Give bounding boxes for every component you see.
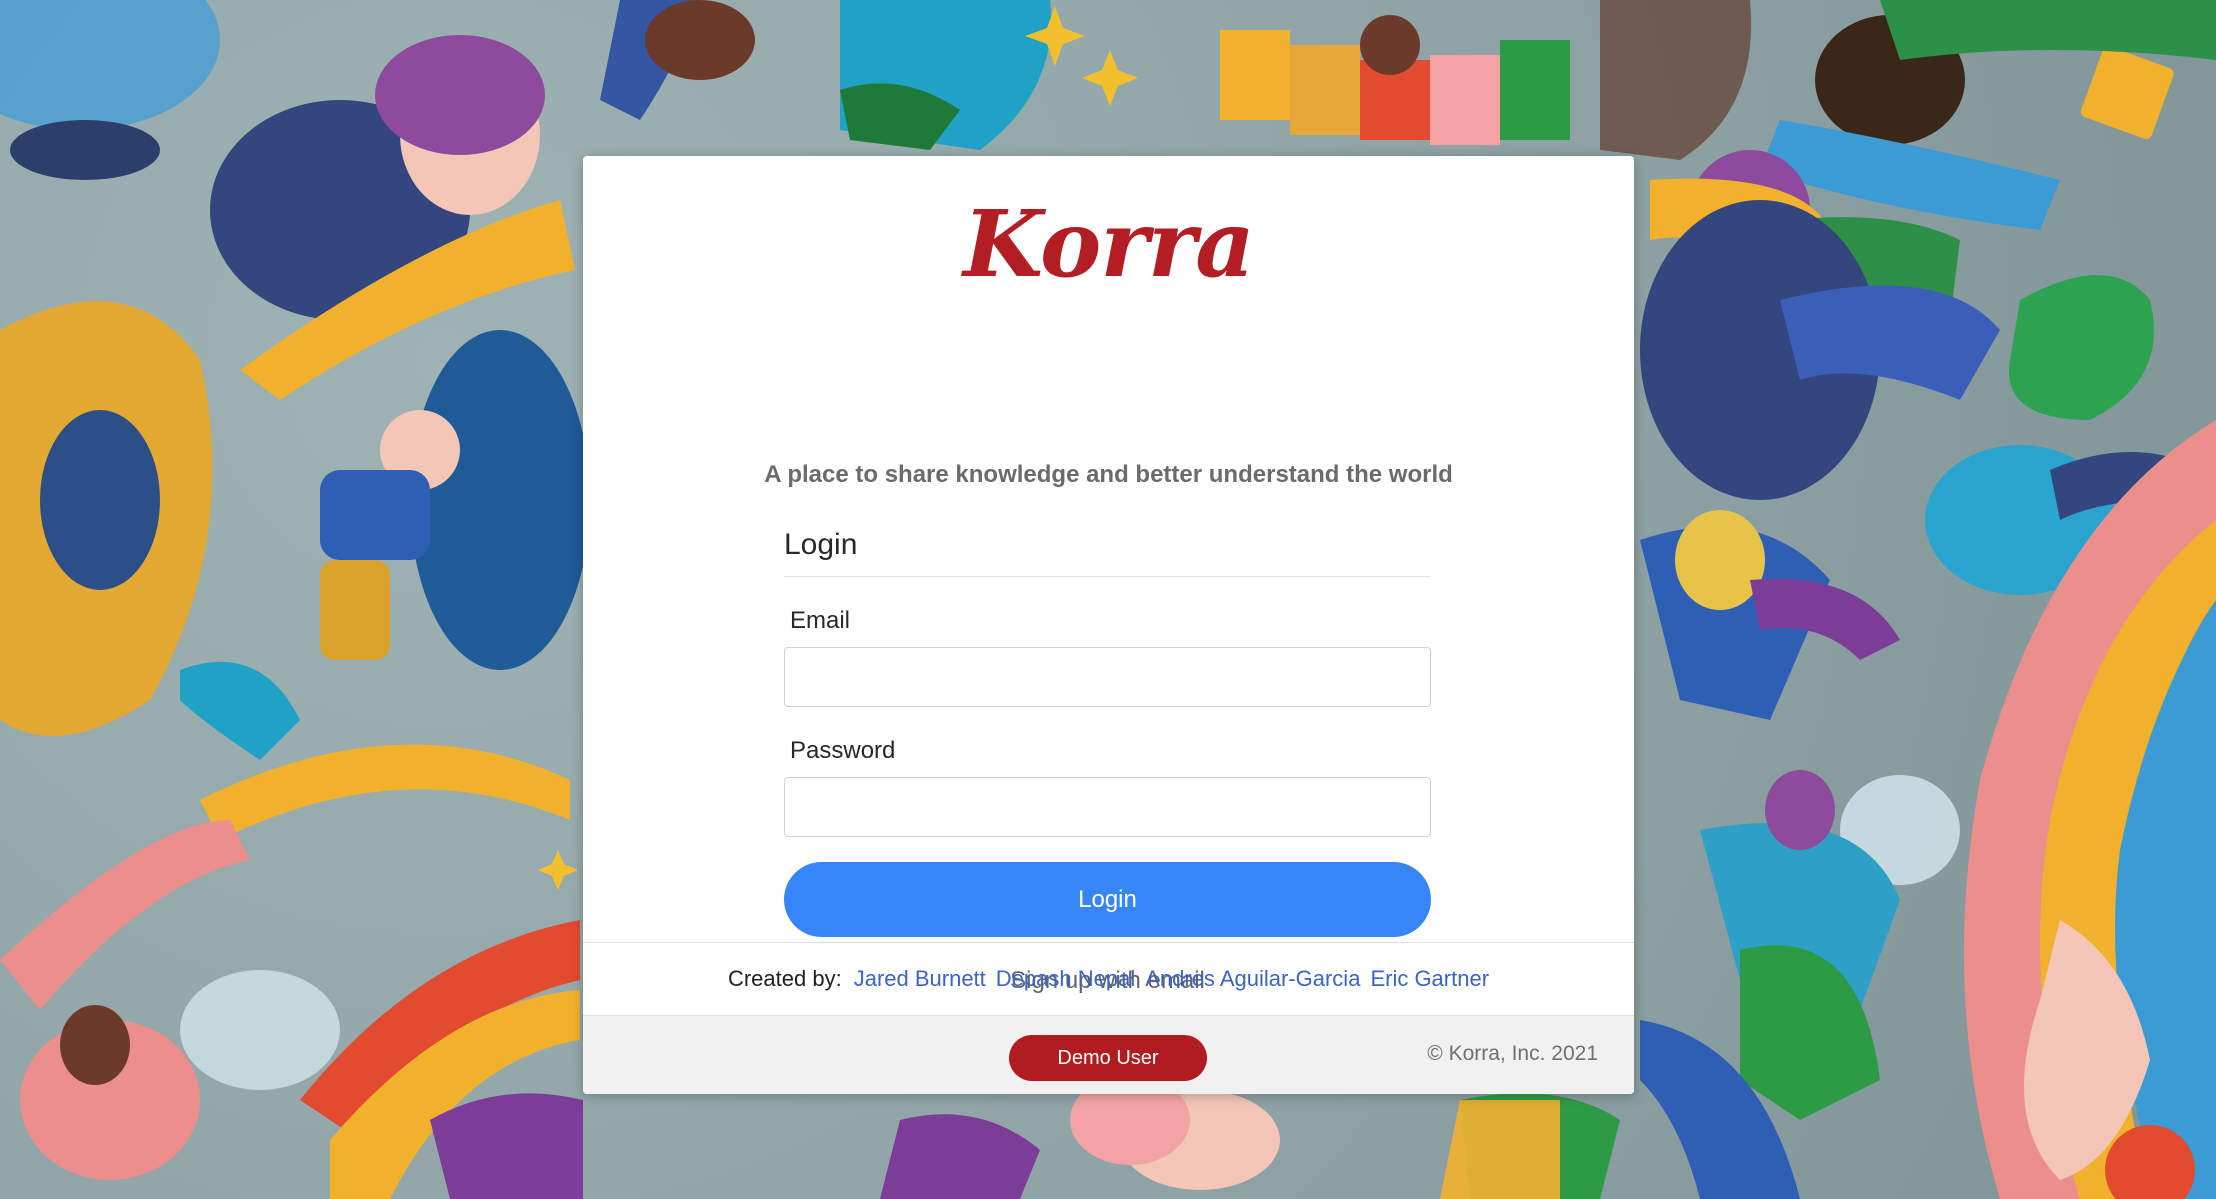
card-footer: Demo User © Korra, Inc. 2021	[583, 1016, 1634, 1094]
login-button[interactable]: Login	[784, 862, 1431, 937]
demo-user-button[interactable]: Demo User	[1009, 1035, 1207, 1081]
password-field[interactable]	[784, 777, 1431, 837]
email-field[interactable]	[784, 647, 1431, 707]
creator-link[interactable]: Jared Burnett	[854, 966, 986, 992]
creator-link[interactable]: Andres Aguilar-Garcia	[1145, 966, 1360, 992]
copyright: © Korra, Inc. 2021	[1427, 1042, 1598, 1065]
creators-bar: Created by: Jared Burnett Depash Nepal A…	[583, 942, 1634, 1016]
login-card: Korra A place to share knowledge and bet…	[583, 156, 1634, 1094]
creator-link[interactable]: Eric Gartner	[1370, 966, 1489, 992]
email-label: Email	[790, 607, 851, 634]
password-label: Password	[790, 737, 896, 764]
login-form: Login Email Password Login Sign up with …	[784, 528, 1431, 995]
app-logo: Korra	[963, 190, 1255, 298]
creator-link[interactable]: Depash Nepal	[996, 966, 1135, 992]
form-title: Login	[784, 528, 1431, 577]
tagline: A place to share knowledge and better un…	[764, 461, 1453, 488]
creators-label: Created by:	[727, 966, 842, 991]
